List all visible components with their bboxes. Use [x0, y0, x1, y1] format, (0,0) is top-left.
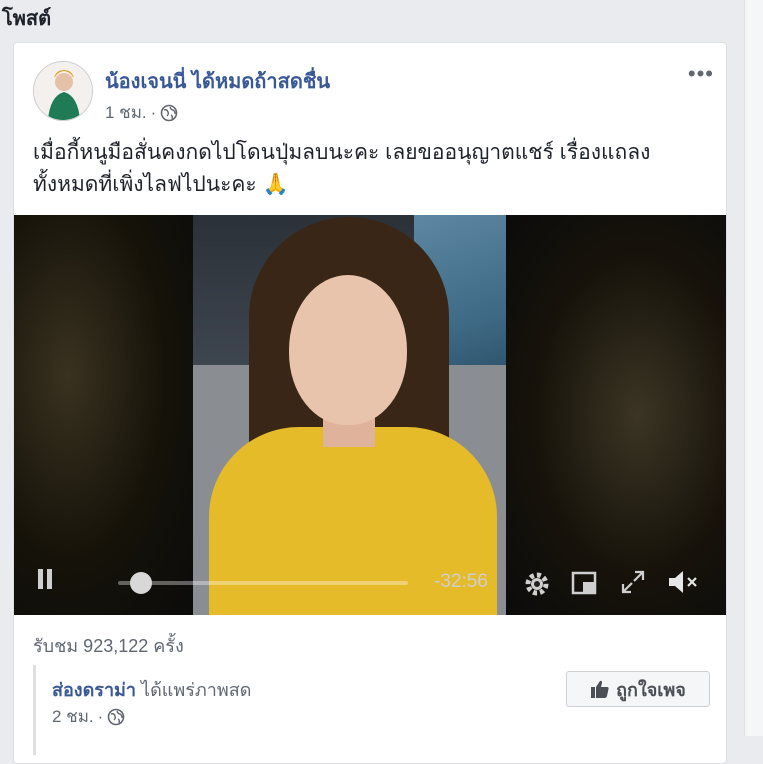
- shared-meta-separator: ·: [97, 706, 104, 726]
- video-person-face: [289, 275, 407, 425]
- author-avatar[interactable]: [33, 61, 93, 121]
- post-text-line-2: ทั้งหมดที่เพิ่งไลฟไปนะคะ 🙏: [33, 173, 289, 196]
- right-scroll-strip: [744, 0, 763, 736]
- like-page-label: ถูกใจเพจ: [616, 679, 686, 700]
- author-name-link[interactable]: น้องเจนนี่ ได้หมดถ้าสดชื่น: [105, 65, 330, 97]
- like-page-button[interactable]: ถูกใจเพจ: [566, 671, 710, 707]
- post-text: เมื่อกี้หนูมือสั่นคงกดไปโดนปุ่มลบนะคะ เล…: [33, 137, 713, 201]
- post-time[interactable]: 1 ชม.: [105, 99, 147, 126]
- post-card: น้องเจนนี่ ได้หมดถ้าสดชื่น 1 ชม. · ••• เ…: [13, 42, 727, 764]
- post-meta: 1 ชม. ·: [105, 99, 178, 126]
- globe-icon: [161, 104, 178, 121]
- section-title: โพสต์: [2, 8, 52, 30]
- video-controls: -32:56: [14, 551, 726, 615]
- video-player[interactable]: -32:56: [14, 215, 726, 615]
- view-count[interactable]: รับชม 923,122 ครั้ง: [33, 631, 184, 660]
- pause-icon[interactable]: [38, 569, 56, 591]
- video-progress-knob[interactable]: [130, 572, 153, 594]
- fullscreen-icon[interactable]: [620, 569, 646, 595]
- thumbs-up-icon: [591, 680, 609, 698]
- post-text-line-1: เมื่อกี้หนูมือสั่นคงกดไปโดนปุ่มลบนะคะ เล…: [33, 141, 651, 164]
- shared-page-name-link[interactable]: ส่องดราม่า: [52, 680, 136, 700]
- shared-meta: 2 ชม. ·: [52, 703, 125, 730]
- shared-from-box: ส่องดราม่า ได้แพร่ภาพสด 2 ชม. · ถูกใจเพจ: [33, 665, 710, 755]
- video-progress-bar[interactable]: [118, 581, 408, 585]
- meta-separator: ·: [150, 102, 157, 122]
- settings-gear-icon[interactable]: [522, 569, 552, 599]
- more-options-button[interactable]: •••: [688, 61, 714, 87]
- shared-action-text: ได้แพร่ภาพสด: [141, 680, 252, 700]
- shared-time[interactable]: 2 ชม.: [52, 703, 94, 730]
- volume-muted-icon[interactable]: [666, 567, 700, 597]
- picture-in-picture-icon[interactable]: [570, 569, 598, 597]
- shared-page-line: ส่องดราม่า ได้แพร่ภาพสด: [52, 675, 251, 704]
- globe-icon: [108, 708, 125, 725]
- video-time-remaining: -32:56: [434, 571, 488, 592]
